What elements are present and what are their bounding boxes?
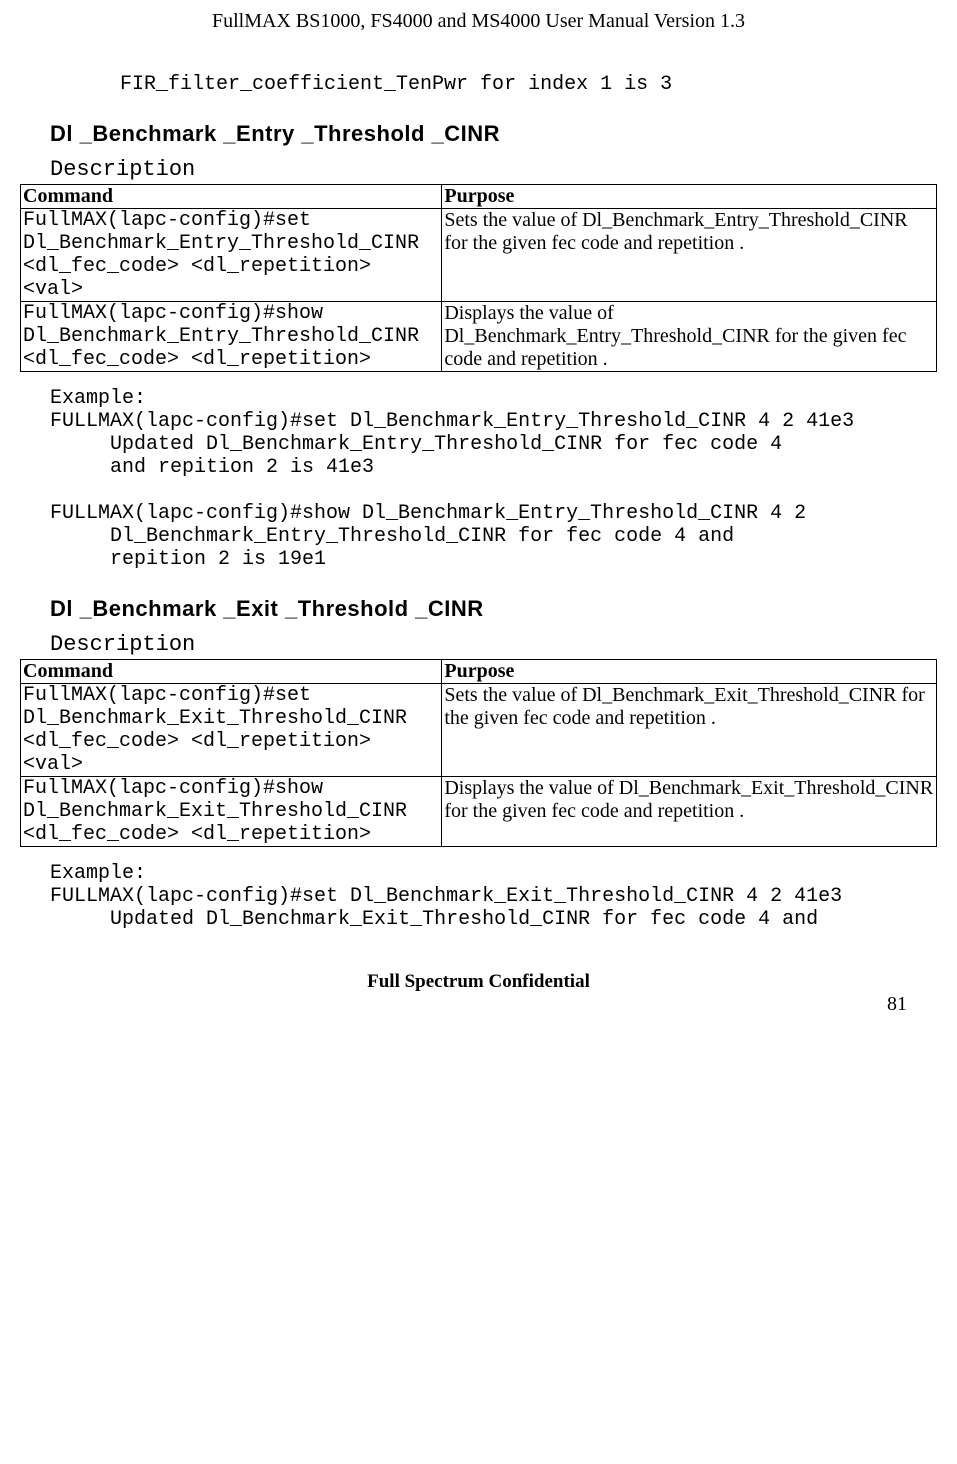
- section2-heading: Dl _Benchmark _Exit _Threshold _CINR: [50, 596, 937, 622]
- table-row: FullMAX(lapc-config)#show Dl_Benchmark_E…: [21, 777, 937, 847]
- page-number: 81: [887, 993, 907, 1016]
- cell-purpose: Sets the value of Dl_Benchmark_Entry_Thr…: [442, 209, 937, 302]
- cell-purpose: Displays the value of Dl_Benchmark_Entry…: [442, 302, 937, 372]
- table-row: FullMAX(lapc-config)#show Dl_Benchmark_E…: [21, 302, 937, 372]
- cell-purpose: Sets the value of Dl_Benchmark_Exit_Thre…: [442, 684, 937, 777]
- section2-table: Command Purpose FullMAX(lapc-config)#set…: [20, 659, 937, 847]
- table-row: FullMAX(lapc-config)#set Dl_Benchmark_En…: [21, 209, 937, 302]
- table-header-row: Command Purpose: [21, 660, 937, 684]
- section1-description-label: Description: [50, 157, 937, 182]
- table-header-row: Command Purpose: [21, 185, 937, 209]
- cell-command: FullMAX(lapc-config)#set Dl_Benchmark_En…: [21, 209, 442, 302]
- footer: Full Spectrum Confidential 81: [20, 971, 937, 993]
- section2-description-label: Description: [50, 632, 937, 657]
- example-text: Example: FULLMAX(lapc-config)#set Dl_Ben…: [50, 387, 937, 571]
- col-command: Command: [21, 660, 442, 684]
- document-header: FullMAX BS1000, FS4000 and MS4000 User M…: [20, 10, 937, 33]
- example-text: Example: FULLMAX(lapc-config)#set Dl_Ben…: [50, 862, 937, 931]
- section1-table: Command Purpose FullMAX(lapc-config)#set…: [20, 184, 937, 372]
- cell-command: FullMAX(lapc-config)#show Dl_Benchmark_E…: [21, 777, 442, 847]
- section1-example: Example: FULLMAX(lapc-config)#set Dl_Ben…: [50, 387, 937, 571]
- intro-code-line: FIR_filter_coefficient_TenPwr for index …: [120, 73, 937, 96]
- col-purpose: Purpose: [442, 185, 937, 209]
- cell-command: FullMAX(lapc-config)#set Dl_Benchmark_Ex…: [21, 684, 442, 777]
- footer-text: Full Spectrum Confidential: [20, 971, 937, 993]
- cell-command: FullMAX(lapc-config)#show Dl_Benchmark_E…: [21, 302, 442, 372]
- section2-example: Example: FULLMAX(lapc-config)#set Dl_Ben…: [50, 862, 937, 931]
- col-command: Command: [21, 185, 442, 209]
- table-row: FullMAX(lapc-config)#set Dl_Benchmark_Ex…: [21, 684, 937, 777]
- col-purpose: Purpose: [442, 660, 937, 684]
- section1-heading: Dl _Benchmark _Entry _Threshold _CINR: [50, 121, 937, 147]
- cell-purpose: Displays the value of Dl_Benchmark_Exit_…: [442, 777, 937, 847]
